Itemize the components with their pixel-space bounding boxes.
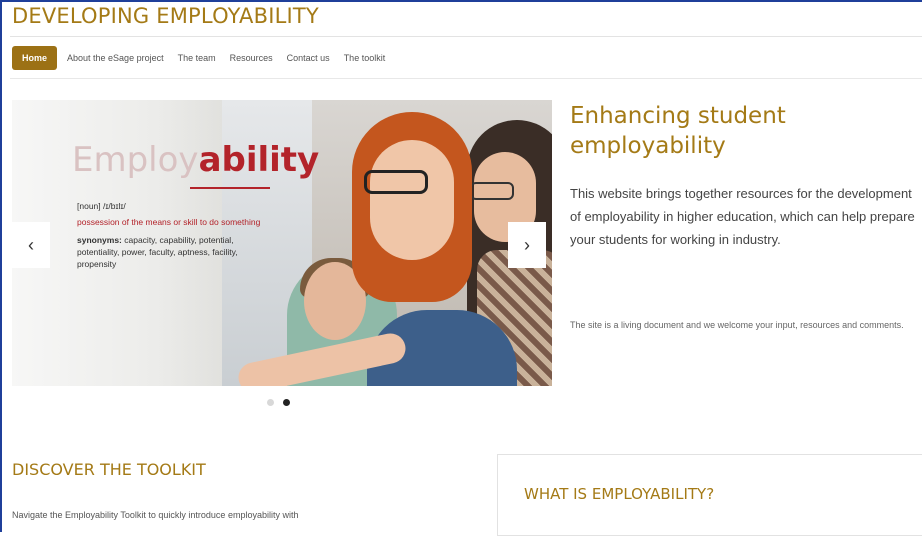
carousel-next-button[interactable]: › xyxy=(508,222,546,268)
nav-team[interactable]: The team xyxy=(178,53,216,63)
student-head-2 xyxy=(370,140,454,260)
synonyms-label: synonyms: xyxy=(77,235,122,245)
slide-word-bold: ability xyxy=(198,140,320,180)
hero-text: This website brings together resources f… xyxy=(570,186,915,247)
carousel-dot-2[interactable] xyxy=(283,399,290,406)
nav-contact[interactable]: Contact us xyxy=(287,53,330,63)
nav-resources[interactable]: Resources xyxy=(230,53,273,63)
definition-synonyms: synonyms: capacity, capability, potentia… xyxy=(77,234,262,270)
slide-word: Employability xyxy=(72,140,319,180)
chevron-right-icon: › xyxy=(524,234,530,255)
what-is-box: WHAT IS EMPLOYABILITY? xyxy=(497,454,922,536)
hero-carousel[interactable]: Employability [noun] /ɪ/bɪlɪ/ possession… xyxy=(12,100,552,386)
site-title[interactable]: DEVELOPING EMPLOYABILITY xyxy=(12,4,319,28)
header-divider xyxy=(10,36,922,37)
discover-text: Navigate the Employability Toolkit to qu… xyxy=(12,510,299,520)
slide-word-underline xyxy=(190,187,270,189)
hero-note: The site is a living document and we wel… xyxy=(570,320,904,330)
carousel-indicators xyxy=(267,399,290,406)
definition-noun: [noun] /ɪ/bɪlɪ/ xyxy=(77,201,126,211)
glasses-2 xyxy=(364,170,428,194)
definition-meaning: possession of the means or skill to do s… xyxy=(77,217,261,227)
what-is-heading: WHAT IS EMPLOYABILITY? xyxy=(524,485,715,503)
hero-title: Enhancing student employability xyxy=(570,103,786,159)
main-nav: Home About the eSage project The team Re… xyxy=(12,45,399,71)
nav-home[interactable]: Home xyxy=(12,46,58,70)
chevron-left-icon: ‹ xyxy=(28,234,34,255)
nav-divider xyxy=(10,78,922,79)
discover-heading: DISCOVER THE TOOLKIT xyxy=(12,460,206,479)
carousel-prev-button[interactable]: ‹ xyxy=(12,222,50,268)
nav-toolkit[interactable]: The toolkit xyxy=(344,53,386,63)
nav-about[interactable]: About the eSage project xyxy=(67,53,164,63)
glasses-3 xyxy=(470,182,514,200)
slide-definition: [noun] /ɪ/bɪlɪ/ possession of the means … xyxy=(77,200,262,270)
slide-word-light: Employ xyxy=(72,140,199,180)
carousel-dot-1[interactable] xyxy=(267,399,274,406)
